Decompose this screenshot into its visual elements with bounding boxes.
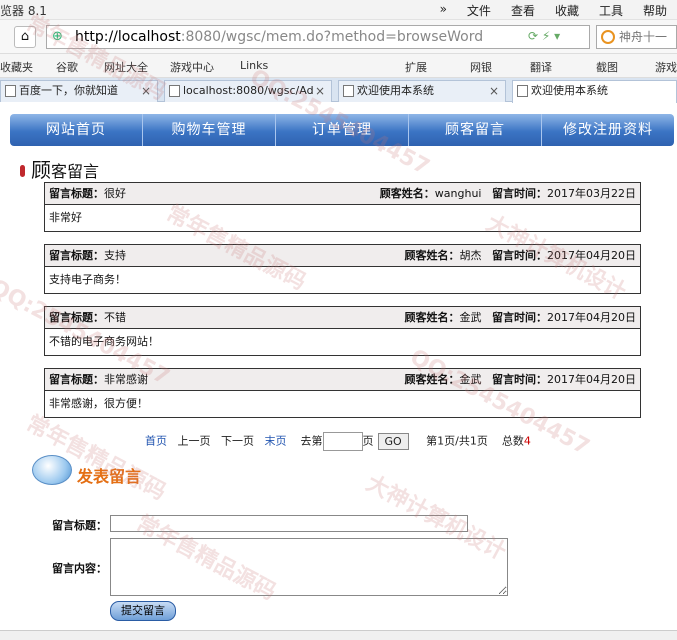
message-content: 支持电子商务！: [49, 273, 126, 286]
menu-favorites[interactable]: 收藏: [545, 2, 589, 19]
go-button[interactable]: GO: [377, 433, 409, 450]
url-host: http://localhost: [75, 29, 181, 45]
total-label: 总数: [501, 434, 524, 448]
fav-item-game[interactable]: 游戏: [655, 59, 677, 75]
message-title: 很好: [104, 187, 126, 200]
tab-localhost[interactable]: localhost:8080/wgsc/Ad ×: [164, 80, 332, 102]
submit-button[interactable]: 提交留言: [110, 601, 176, 621]
customer-name: 金武: [459, 373, 482, 386]
message-time: 2017年04月20日: [547, 373, 636, 386]
customer-name: 金武: [459, 311, 482, 324]
title-label: 留言标题：: [52, 519, 107, 532]
menu-list: » 文件 查看 收藏 工具 帮助: [430, 2, 677, 19]
fav-item-favorites[interactable]: 收藏夹: [0, 59, 33, 75]
home-icon[interactable]: ⌂: [14, 26, 36, 48]
goto-prefix: 去第: [300, 434, 323, 448]
fav-item-google[interactable]: 谷歌: [56, 59, 78, 75]
message-time: 2017年04月20日: [547, 249, 636, 262]
page-info: 第1页/共1页: [426, 434, 488, 448]
message-title: 支持: [104, 249, 126, 262]
customer-name: 胡杰: [459, 249, 482, 262]
security-icon: ⊕: [52, 29, 63, 44]
fav-item-translate[interactable]: 翻译: [530, 59, 552, 75]
speech-bubble-icon: [32, 455, 72, 485]
message-content: 非常好: [49, 211, 82, 224]
nav-cart[interactable]: 购物车管理: [143, 114, 276, 146]
refresh-icon[interactable]: ⟳ ⚡ ▾: [528, 29, 560, 43]
browser-menubar: 览器 8.1 » 文件 查看 收藏 工具 帮助: [0, 0, 677, 20]
page-icon: [343, 85, 354, 97]
first-page-link[interactable]: 首页: [145, 435, 167, 448]
menu-file[interactable]: 文件: [457, 2, 501, 19]
close-icon[interactable]: ×: [489, 81, 499, 101]
tab-welcome-1[interactable]: 欢迎使用本系统 ×: [338, 80, 506, 102]
fav-item-links[interactable]: Links: [240, 59, 268, 72]
content-label: 留言内容：: [52, 562, 107, 575]
fav-item-screenshot[interactable]: 截图: [596, 59, 618, 75]
message-item: 留言标题：非常感谢 顾客姓名：金武 留言时间：2017年04月20日 非常感谢，…: [44, 368, 641, 418]
message-header: 留言标题：不错 顾客姓名：金武 留言时间：2017年04月20日: [45, 307, 640, 329]
title-input[interactable]: [110, 515, 468, 532]
page-icon: [169, 85, 180, 97]
app-title: 览器 8.1: [0, 4, 47, 18]
fav-item-extensions[interactable]: 扩展: [405, 59, 427, 75]
site-nav: 网站首页 购物车管理 订单管理 顾客留言 修改注册资料: [10, 114, 674, 146]
message-item: 留言标题：不错 顾客姓名：金武 留言时间：2017年04月20日 不错的电子商务…: [44, 306, 641, 356]
menu-tools[interactable]: 工具: [589, 2, 633, 19]
message-item: 留言标题：很好 顾客姓名：wanghui 留言时间：2017年03月22日 非常…: [44, 182, 641, 232]
content-textarea[interactable]: [110, 538, 508, 596]
message-title: 不错: [104, 311, 126, 324]
nav-orders[interactable]: 订单管理: [276, 114, 409, 146]
message-header: 留言标题：支持 顾客姓名：胡杰 留言时间：2017年04月20日: [45, 245, 640, 267]
search-input[interactable]: 神舟十一: [596, 25, 677, 49]
message-time: 2017年04月20日: [547, 311, 636, 324]
prev-page-link[interactable]: 上一页: [178, 435, 211, 448]
nav-home[interactable]: 网站首页: [10, 114, 143, 146]
close-icon[interactable]: ×: [141, 81, 151, 101]
message-header: 留言标题：非常感谢 顾客姓名：金武 留言时间：2017年04月20日: [45, 369, 640, 391]
message-content: 不错的电子商务网站！: [49, 335, 159, 348]
last-page-link[interactable]: 末页: [265, 435, 287, 448]
nav-messages[interactable]: 顾客留言: [409, 114, 542, 146]
message-time: 2017年03月22日: [547, 187, 636, 200]
search-text: 神舟十一: [619, 30, 668, 44]
url-path: :8080/wgsc/mem.do?method=browseWord: [180, 29, 484, 45]
nav-profile[interactable]: 修改注册资料: [542, 114, 674, 146]
page-number-input[interactable]: [322, 432, 363, 451]
page-icon: [517, 85, 528, 97]
message-item: 留言标题：支持 顾客姓名：胡杰 留言时间：2017年04月20日 支持电子商务！: [44, 244, 641, 294]
address-toolbar: ⌂ http://localhost:8080/wgsc/mem.do?meth…: [0, 20, 677, 54]
message-header: 留言标题：很好 顾客姓名：wanghui 留言时间：2017年03月22日: [45, 183, 640, 205]
message-title: 非常感谢: [104, 373, 148, 386]
favorites-bar: 收藏夹 谷歌 网址大全 游戏中心 Links 扩展 网银 翻译 截图 游戏: [0, 54, 677, 78]
message-content: 非常感谢，很方便！: [49, 397, 148, 410]
close-icon[interactable]: ×: [315, 81, 325, 101]
page-icon: [5, 85, 16, 97]
pagination: 首页 上一页 下一页 末页 去第 页 GO 第1页/共1页 总数4: [145, 432, 531, 451]
bullet-icon: [20, 165, 25, 177]
search-engine-icon: [601, 30, 615, 44]
tab-baidu[interactable]: 百度一下，你就知道 ×: [0, 80, 158, 102]
menu-overflow[interactable]: »: [430, 2, 457, 19]
next-page-link[interactable]: 下一页: [221, 435, 254, 448]
menu-view[interactable]: 查看: [501, 2, 545, 19]
tab-bar: 百度一下，你就知道 × localhost:8080/wgsc/Ad × 欢迎使…: [0, 78, 677, 103]
address-bar[interactable]: http://localhost:8080/wgsc/mem.do?method…: [46, 25, 590, 49]
fav-item-games[interactable]: 游戏中心: [170, 59, 214, 75]
total-count: 4: [523, 434, 531, 448]
fav-item-bank[interactable]: 网银: [470, 59, 492, 75]
tab-welcome-2[interactable]: 欢迎使用本系统: [512, 80, 677, 103]
goto-suffix: 页: [362, 434, 374, 448]
fav-item-sites[interactable]: 网址大全: [104, 59, 148, 75]
page-title: 顾客留言: [20, 154, 99, 183]
menu-help[interactable]: 帮助: [633, 2, 677, 19]
customer-name: wanghui: [434, 187, 482, 200]
status-bar: [0, 630, 677, 640]
